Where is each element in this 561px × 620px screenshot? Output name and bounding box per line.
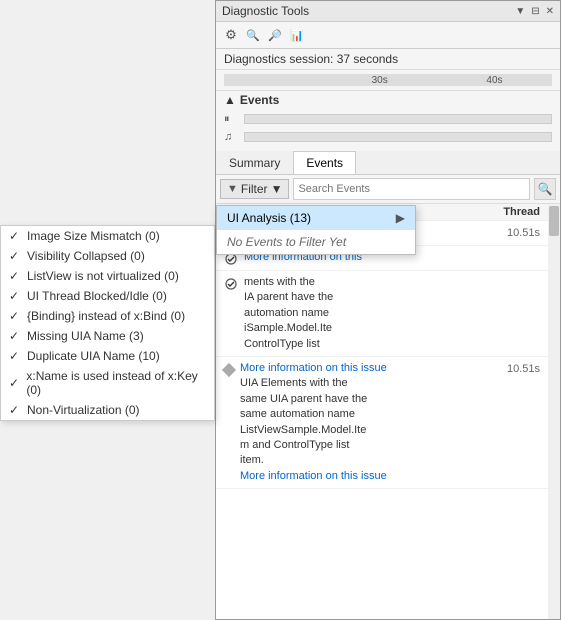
filter-checkmark: ✓ <box>9 249 21 263</box>
filter-list-item[interactable]: ✓ UI Thread Blocked/Idle (0) <box>1 286 214 306</box>
filter-item-label: Image Size Mismatch (0) <box>27 229 160 243</box>
filter-item-label: Non-Virtualization (0) <box>27 403 140 417</box>
event-time: 10.51s <box>507 363 540 375</box>
filter-item-label: Duplicate UIA Name (10) <box>27 349 160 363</box>
title-bar: Diagnostic Tools ▼ ⊟ ✕ <box>216 1 560 22</box>
filter-list: ✓ Image Size Mismatch (0) ✓ Visibility C… <box>1 226 214 420</box>
search-input[interactable] <box>293 178 530 200</box>
tab-summary-label: Summary <box>229 156 280 170</box>
search-button[interactable]: 🔍 <box>534 178 556 200</box>
timeline-container: 30s 40s <box>216 70 560 91</box>
filter-item-label: ListView is not virtualized (0) <box>27 269 179 283</box>
filter-list-item[interactable]: ✓ ListView is not virtualized (0) <box>1 266 214 286</box>
events-panel: Thread ControlType list10.51sMore inform… <box>216 204 560 619</box>
event-time: 10.51s <box>507 227 540 239</box>
events-collapse-icon[interactable]: ▲ <box>224 93 236 107</box>
toolbar: ⚙ 🔍 🔎 📊 <box>216 22 560 49</box>
filter-panel: ✓ Image Size Mismatch (0) ✓ Visibility C… <box>0 225 215 421</box>
filter-checkmark: ✓ <box>9 289 21 303</box>
filter-list-item[interactable]: ✓ Image Size Mismatch (0) <box>1 226 214 246</box>
pin-icon[interactable]: ▼ <box>515 6 525 17</box>
filter-list-item[interactable]: ✓ Visibility Collapsed (0) <box>1 246 214 266</box>
event-desc: More information on this issue UIA Eleme… <box>240 361 501 484</box>
window-title: Diagnostic Tools <box>222 4 309 18</box>
events-list: ControlType list10.51sMore information o… <box>216 221 548 489</box>
dropdown-empty-message: No Events to Filter Yet <box>217 230 415 254</box>
events-section: ▲ Events ⏸ ♫ <box>216 91 560 147</box>
event-body: More information on this issue UIA Eleme… <box>240 361 501 484</box>
event-desc: ments with theIA parent have theautomati… <box>244 275 540 352</box>
diamond-icon <box>222 363 236 377</box>
submenu-chevron-icon: ▶ <box>396 211 405 225</box>
events-header: ▲ Events <box>224 93 552 107</box>
event-link[interactable]: More information on this issue <box>240 362 387 374</box>
filter-list-item[interactable]: ✓ x:Name is used instead of x:Key (0) <box>1 366 214 400</box>
session-label: Diagnostics session: 37 seconds <box>224 52 398 66</box>
filter-item-label: {Binding} instead of x:Bind (0) <box>27 309 185 323</box>
timeline-30s: 30s <box>372 75 388 86</box>
track-bar-2[interactable] <box>244 132 552 142</box>
filter-list-item[interactable]: ✓ Duplicate UIA Name (10) <box>1 346 214 366</box>
filter-list-item[interactable]: ✓ {Binding} instead of x:Bind (0) <box>1 306 214 326</box>
event-track-2: ♫ <box>224 129 552 145</box>
event-link-2[interactable]: More information on this issue <box>240 470 387 482</box>
track-music-icon: ♫ <box>224 131 240 143</box>
tabs-bar: Summary Events <box>216 151 560 175</box>
title-controls: ▼ ⊟ ✕ <box>515 6 554 17</box>
chart-icon[interactable]: 📊 <box>288 26 306 44</box>
filter-dropdown: UI Analysis (13) ▶ No Events to Filter Y… <box>216 205 416 255</box>
close-icon[interactable]: ✕ <box>546 6 554 17</box>
filter-item-label: Visibility Collapsed (0) <box>27 249 145 263</box>
scrollbar-thumb[interactable] <box>549 206 559 236</box>
event-item: More information on this issue UIA Eleme… <box>216 357 548 489</box>
scrollbar[interactable] <box>548 204 560 619</box>
zoom-out-icon[interactable]: 🔍 <box>244 26 262 44</box>
filter-button[interactable]: ▼ Filter ▼ <box>220 179 289 199</box>
filter-checkmark: ✓ <box>9 229 21 243</box>
settings-icon[interactable]: ⚙ <box>222 26 240 44</box>
dropdown-item-label: UI Analysis (13) <box>227 211 311 225</box>
filter-checkmark: ✓ <box>9 376 20 390</box>
events-toolbar: ▼ Filter ▼ 🔍 UI Analysis (13) ▶ No Event… <box>216 175 560 204</box>
filter-item-label: UI Thread Blocked/Idle (0) <box>27 289 167 303</box>
track-bar-1[interactable] <box>244 114 552 124</box>
timeline-ruler: 30s 40s <box>224 72 552 88</box>
timeline-40s: 40s <box>486 75 502 86</box>
search-icon: 🔍 <box>538 182 553 196</box>
filter-arrow-icon: ▼ <box>271 182 283 196</box>
events-content: Thread ControlType list10.51sMore inform… <box>216 204 560 619</box>
filter-list-item[interactable]: ✓ Non-Virtualization (0) <box>1 400 214 420</box>
filter-checkmark: ✓ <box>9 403 21 417</box>
check-icon <box>224 277 238 291</box>
tab-events-label: Events <box>306 156 343 170</box>
filter-checkmark: ✓ <box>9 329 21 343</box>
filter-item-label: Missing UIA Name (3) <box>27 329 144 343</box>
event-track-1: ⏸ <box>224 111 552 127</box>
session-bar: Diagnostics session: 37 seconds <box>216 49 560 70</box>
filter-checkmark: ✓ <box>9 269 21 283</box>
track-pause-icon: ⏸ <box>224 113 240 126</box>
thread-column-header: Thread <box>503 206 540 218</box>
event-body: ments with theIA parent have theautomati… <box>244 275 540 352</box>
timeline-track[interactable]: 30s 40s <box>224 74 552 86</box>
filter-label: Filter <box>241 182 268 196</box>
filter-list-item[interactable]: ✓ Missing UIA Name (3) <box>1 326 214 346</box>
tab-events[interactable]: Events <box>293 151 356 174</box>
filter-checkmark: ✓ <box>9 349 21 363</box>
diagnostic-window: Diagnostic Tools ▼ ⊟ ✕ ⚙ 🔍 🔎 📊 Diagnosti… <box>215 0 561 620</box>
filter-checkmark: ✓ <box>9 309 21 323</box>
float-icon[interactable]: ⊟ <box>531 6 539 17</box>
dropdown-item-ui-analysis[interactable]: UI Analysis (13) ▶ <box>217 206 415 230</box>
events-title: Events <box>240 93 279 107</box>
filter-item-label: x:Name is used instead of x:Key (0) <box>26 369 206 397</box>
events-tracks: ⏸ ♫ <box>224 111 552 145</box>
zoom-in-icon[interactable]: 🔎 <box>266 26 284 44</box>
filter-icon: ▼ <box>227 183 238 195</box>
event-item: ments with theIA parent have theautomati… <box>216 271 548 357</box>
tab-summary[interactable]: Summary <box>216 151 293 174</box>
